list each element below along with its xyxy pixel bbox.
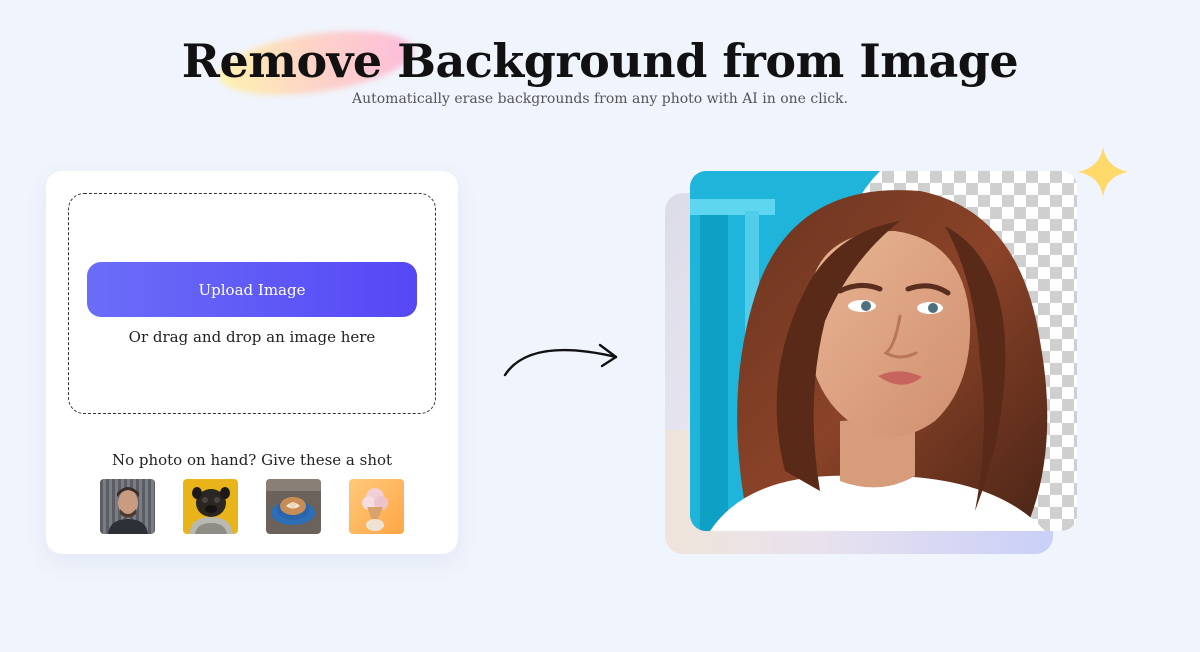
upload-card: Upload Image Or drag and drop an image h… <box>46 171 458 554</box>
sparkle-icon <box>1078 147 1128 197</box>
page-title: Remove Background from Image <box>181 34 1019 88</box>
sample-thumb-coffee[interactable] <box>266 479 321 534</box>
header: Remove Background from Image <box>0 20 1200 106</box>
sample-thumb-ice-cream[interactable] <box>349 479 404 534</box>
page-subtitle: Automatically erase backgrounds from any… <box>351 91 848 107</box>
result-preview-image <box>690 171 1077 531</box>
drop-zone[interactable]: Upload Image Or drag and drop an image h… <box>68 193 436 414</box>
curved-arrow-right-icon <box>503 343 618 377</box>
samples-label: No photo on hand? Give these a shot <box>111 451 393 469</box>
sample-images <box>100 479 420 535</box>
upload-image-button[interactable]: Upload Image <box>87 262 417 317</box>
drag-drop-hint: Or drag and drop an image here <box>128 328 376 346</box>
sample-thumb-pug[interactable] <box>183 479 238 534</box>
sample-thumb-man[interactable] <box>100 479 155 534</box>
